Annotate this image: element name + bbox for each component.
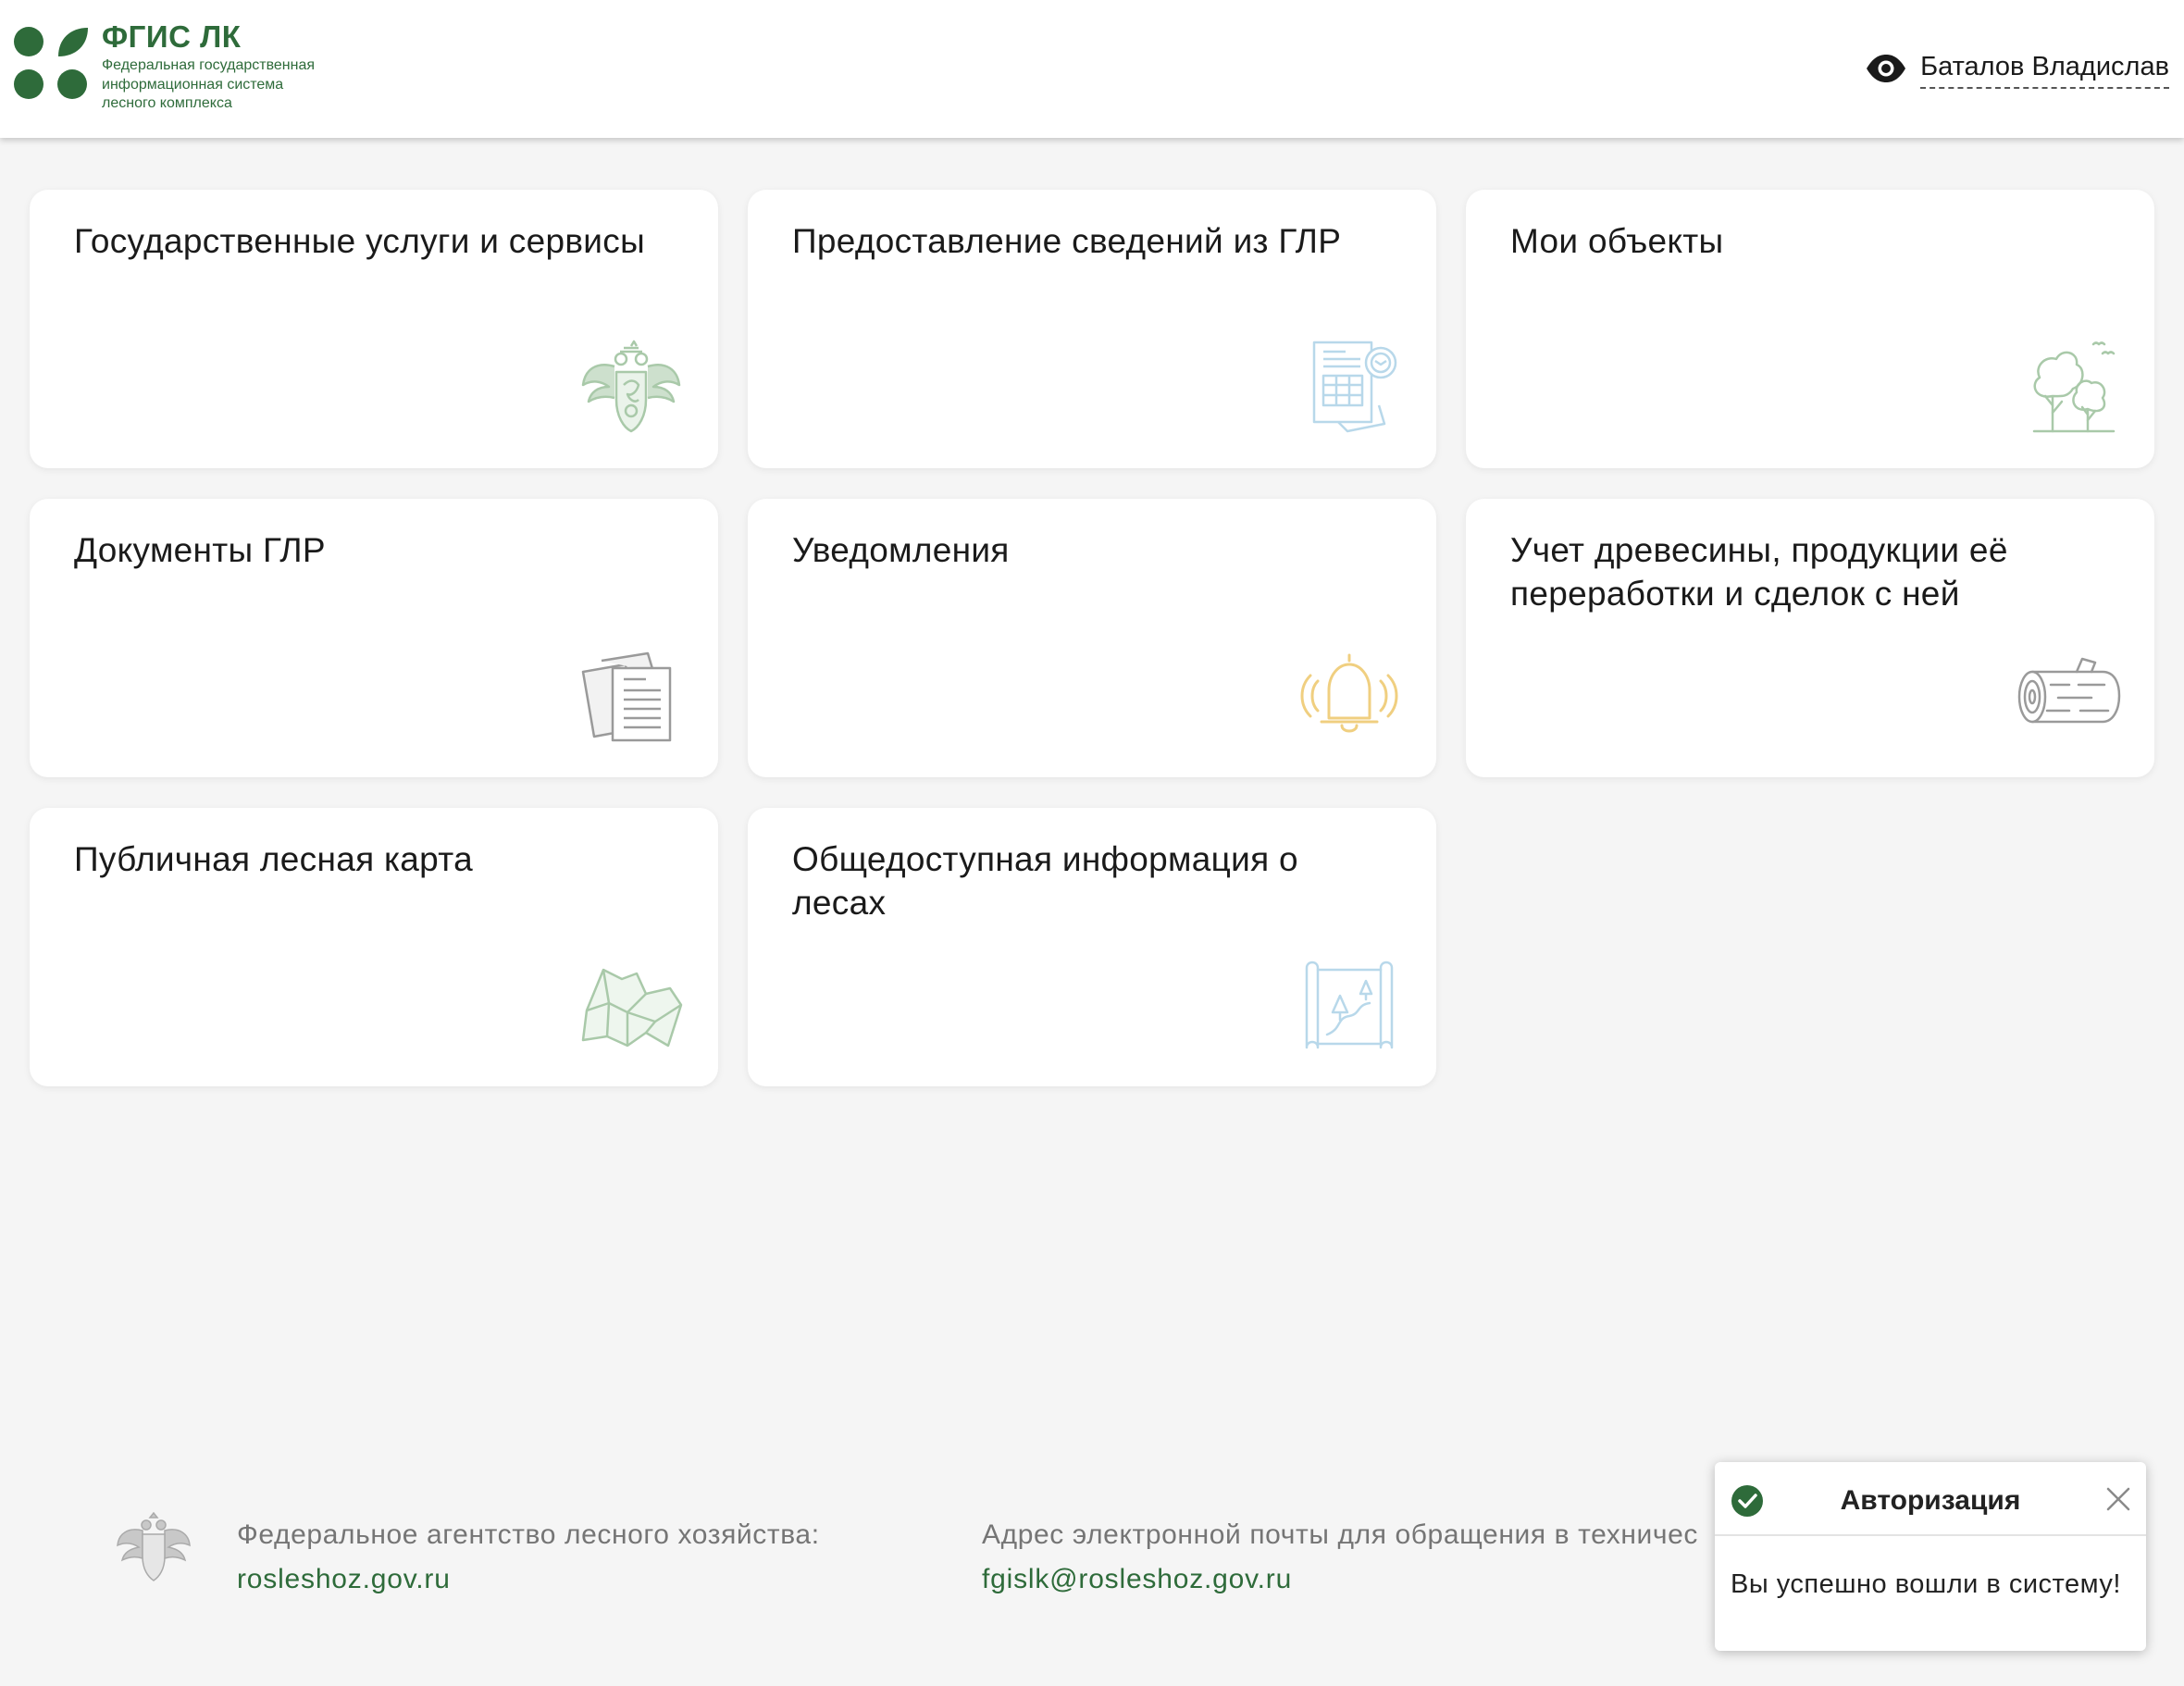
logo[interactable]: ФГИС ЛК Федеральная государственная инфо… bbox=[13, 20, 315, 114]
tile-my-objects[interactable]: Мои объекты bbox=[1466, 190, 2154, 468]
tile-public-forest-map[interactable]: Публичная лесная карта bbox=[30, 808, 718, 1086]
document-table-icon bbox=[1312, 341, 1397, 433]
tile-timber-accounting[interactable]: Учет древесины, продукции её переработки… bbox=[1466, 499, 2154, 777]
scroll-map-icon bbox=[1305, 961, 1394, 1049]
documents-icon bbox=[581, 651, 672, 742]
logo-subtitle-line: Федеральная государственная bbox=[102, 57, 316, 73]
toast-header: Авторизация bbox=[1715, 1462, 2146, 1536]
app-header: ФГИС ЛК Федеральная государственная инфо… bbox=[0, 0, 2184, 138]
eye-icon[interactable] bbox=[1865, 53, 1907, 84]
tile-title: Государственные услуги и сервисы bbox=[74, 222, 645, 260]
logo-subtitle-line: информационная система bbox=[102, 76, 284, 93]
footer-support-email: Адрес электронной почты для обращения в … bbox=[982, 1516, 1722, 1599]
tile-glr-documents[interactable]: Документы ГЛР bbox=[30, 499, 718, 777]
tile-government-services[interactable]: Государственные услуги и сервисы bbox=[30, 190, 718, 468]
agency-label: Федеральное агентство лесного хозяйства: bbox=[237, 1519, 820, 1550]
logo-text: ФГИС ЛК Федеральная государственная инфо… bbox=[102, 20, 315, 114]
logo-subtitle-line: лесного комплекса bbox=[102, 95, 232, 111]
logo-leaves-icon bbox=[14, 27, 88, 99]
toast-title: Авторизация bbox=[1840, 1485, 2021, 1516]
close-icon[interactable] bbox=[2105, 1486, 2131, 1512]
footer-agency: Федеральное агентство лесного хозяйства:… bbox=[237, 1516, 820, 1599]
support-email-link[interactable]: fgislk@rosleshoz.gov.ru bbox=[982, 1560, 1722, 1599]
toast-message: Вы успешно вошли в систему! bbox=[1731, 1569, 2121, 1599]
tile-title: Публичная лесная карта bbox=[74, 840, 473, 878]
tile-title: Мои объекты bbox=[1510, 222, 1724, 260]
trees-icon bbox=[2032, 341, 2116, 433]
map-icon bbox=[581, 968, 683, 1048]
tile-title: Общедоступная информация о лесах bbox=[792, 840, 1298, 922]
emblem-icon bbox=[581, 340, 681, 433]
tile-public-forest-info[interactable]: Общедоступная информация о лесах bbox=[748, 808, 1436, 1086]
tile-title: Документы ГЛР bbox=[74, 531, 326, 569]
tile-notifications[interactable]: Уведомления bbox=[748, 499, 1436, 777]
log-icon bbox=[2017, 657, 2121, 724]
emblem-icon bbox=[117, 1512, 191, 1581]
logo-title: ФГИС ЛК bbox=[102, 19, 242, 54]
user-name-link[interactable]: Баталов Владислав bbox=[1920, 48, 2169, 89]
logo-subtitle: Федеральная государственная информационн… bbox=[102, 56, 315, 114]
support-email-label: Адрес электронной почты для обращения в … bbox=[982, 1519, 1698, 1550]
agency-link[interactable]: rosleshoz.gov.ru bbox=[237, 1560, 820, 1599]
bell-icon bbox=[1300, 653, 1398, 733]
tile-title: Учет древесины, продукции её переработки… bbox=[1510, 531, 2008, 613]
tile-glr-information[interactable]: Предоставление сведений из ГЛР bbox=[748, 190, 1436, 468]
tile-title: Предоставление сведений из ГЛР bbox=[792, 222, 1342, 260]
auth-toast: Авторизация Вы успешно вошли в систему! bbox=[1715, 1462, 2146, 1651]
tile-title: Уведомления bbox=[792, 531, 1010, 569]
user-menu: Баталов Владислав bbox=[1865, 48, 2169, 89]
